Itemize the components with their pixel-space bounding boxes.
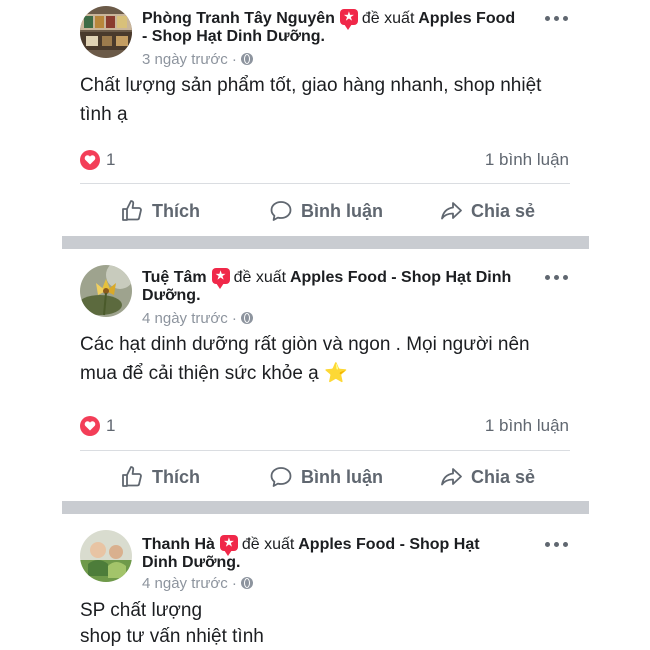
dot-icon xyxy=(554,16,559,21)
recommend-badge-icon xyxy=(219,535,238,556)
post-timestamp[interactable]: 4 ngày trước · xyxy=(142,575,253,593)
dot-icon xyxy=(554,542,559,547)
review-feed: Phòng Tranh Tây Nguyên đề xuất Apples Foo… xyxy=(62,0,589,650)
comment-button[interactable]: Bình luận xyxy=(269,465,383,489)
review-post: Thanh Hà đề xuất Apples Food - Shop Hạt D… xyxy=(62,514,589,650)
post-text-line: tình ạ xyxy=(80,104,128,125)
shop-avatar-icon xyxy=(80,6,132,58)
timestamp-text[interactable]: 4 ngày trước · xyxy=(142,310,237,327)
post-text-line: mua để cải thiện sức khỏe ạ ⭐ xyxy=(80,363,348,384)
globe-icon xyxy=(240,53,253,65)
divider xyxy=(80,183,570,184)
like-label: Thích xyxy=(152,466,200,487)
more-options-button[interactable] xyxy=(545,538,569,550)
post-timestamp[interactable]: 3 ngày trước · xyxy=(142,51,253,69)
reaction-count[interactable]: 1 xyxy=(106,150,115,170)
post-header: Phòng Tranh Tây Nguyên đề xuất Apples Foo… xyxy=(142,9,542,46)
timestamp-text[interactable]: 4 ngày trước · xyxy=(142,575,237,592)
comment-label: Bình luận xyxy=(301,466,383,487)
post-text: Các hạt dinh dưỡng rất giòn và ngon . Mọ… xyxy=(80,330,570,388)
post-actions: Thích Bình luận Chia sẻ xyxy=(62,465,589,489)
page-name[interactable]: Apples Food - Shop Hạt Dinh xyxy=(290,269,511,286)
recommend-badge-icon xyxy=(211,268,230,289)
share-arrow-icon xyxy=(441,202,462,220)
dot-icon xyxy=(563,275,568,280)
share-arrow-icon xyxy=(441,468,462,486)
page-name-continued[interactable]: Dinh Dưỡng. xyxy=(142,554,241,571)
share-button[interactable]: Chia sẻ xyxy=(439,199,535,223)
reaction-count[interactable]: 1 xyxy=(106,416,115,436)
dot-icon xyxy=(545,16,550,21)
globe-icon xyxy=(240,312,253,324)
review-post: Tuệ Tâm đề xuất Apples Food - Shop Hạt Di… xyxy=(62,249,589,501)
timestamp-text[interactable]: 3 ngày trước · xyxy=(142,51,237,68)
post-text-line: SP chất lượng xyxy=(80,600,203,621)
recommend-badge-icon xyxy=(339,9,358,30)
post-header: Tuệ Tâm đề xuất Apples Food - Shop Hạt Di… xyxy=(142,268,542,305)
recommends-label: đề xuất xyxy=(361,10,415,27)
author-name[interactable]: Thanh Hà xyxy=(142,536,215,553)
post-actions: Thích Bình luận Chia sẻ xyxy=(62,199,589,223)
heart-reaction-icon[interactable] xyxy=(80,416,100,436)
avatar[interactable] xyxy=(80,265,132,317)
dot-icon xyxy=(545,542,550,547)
post-timestamp[interactable]: 4 ngày trước · xyxy=(142,310,253,328)
page-name[interactable]: Apples Food - Shop Hạt xyxy=(298,536,479,553)
share-label: Chia sẻ xyxy=(471,466,536,487)
comment-count[interactable]: 1 bình luận xyxy=(485,150,569,170)
child-avatar-icon xyxy=(80,530,132,582)
page-name-continued[interactable]: - Shop Hạt Dinh Dưỡng. xyxy=(142,28,325,45)
more-options-button[interactable] xyxy=(545,271,569,283)
dot-icon xyxy=(545,275,550,280)
like-label: Thích xyxy=(152,200,200,221)
flower-avatar-icon xyxy=(80,265,132,317)
like-button[interactable]: Thích xyxy=(120,465,200,489)
post-text: Chất lượng sản phẩm tốt, giao hàng nhanh… xyxy=(80,71,570,129)
comment-button[interactable]: Bình luận xyxy=(269,199,383,223)
recommends-label: đề xuất xyxy=(241,536,295,553)
comment-label: Bình luận xyxy=(301,200,383,221)
share-label: Chia sẻ xyxy=(471,200,536,221)
dot-icon xyxy=(563,16,568,21)
post-text-line: shop tư vấn nhiệt tình xyxy=(80,626,264,647)
recommends-label: đề xuất xyxy=(233,269,287,286)
post-header: Thanh Hà đề xuất Apples Food - Shop Hạt D… xyxy=(142,535,542,572)
heart-reaction-icon[interactable] xyxy=(80,150,100,170)
thumbs-up-icon xyxy=(122,200,142,221)
comment-bubble-icon xyxy=(270,467,292,487)
more-options-button[interactable] xyxy=(545,12,569,24)
author-name[interactable]: Tuệ Tâm xyxy=(142,269,207,286)
post-text: SP chất lượng shop tư vấn nhiệt tình xyxy=(80,598,570,650)
post-separator xyxy=(62,501,589,514)
post-text-line: Chất lượng sản phẩm tốt, giao hàng nhanh… xyxy=(80,75,542,96)
avatar[interactable] xyxy=(80,530,132,582)
review-post: Phòng Tranh Tây Nguyên đề xuất Apples Foo… xyxy=(62,0,589,236)
divider xyxy=(80,450,570,451)
page-name-continued[interactable]: Dưỡng. xyxy=(142,287,201,304)
page-name[interactable]: Apples Food xyxy=(418,10,515,27)
comment-count[interactable]: 1 bình luận xyxy=(485,416,569,436)
post-text-line: Các hạt dinh dưỡng rất giòn và ngon . Mọ… xyxy=(80,334,530,355)
like-button[interactable]: Thích xyxy=(120,199,200,223)
thumbs-up-icon xyxy=(122,466,142,487)
author-name[interactable]: Phòng Tranh Tây Nguyên xyxy=(142,10,335,27)
avatar[interactable] xyxy=(80,6,132,58)
globe-icon xyxy=(240,577,253,589)
dot-icon xyxy=(563,542,568,547)
dot-icon xyxy=(554,275,559,280)
post-separator xyxy=(62,236,589,249)
comment-bubble-icon xyxy=(270,201,292,221)
share-button[interactable]: Chia sẻ xyxy=(439,465,535,489)
